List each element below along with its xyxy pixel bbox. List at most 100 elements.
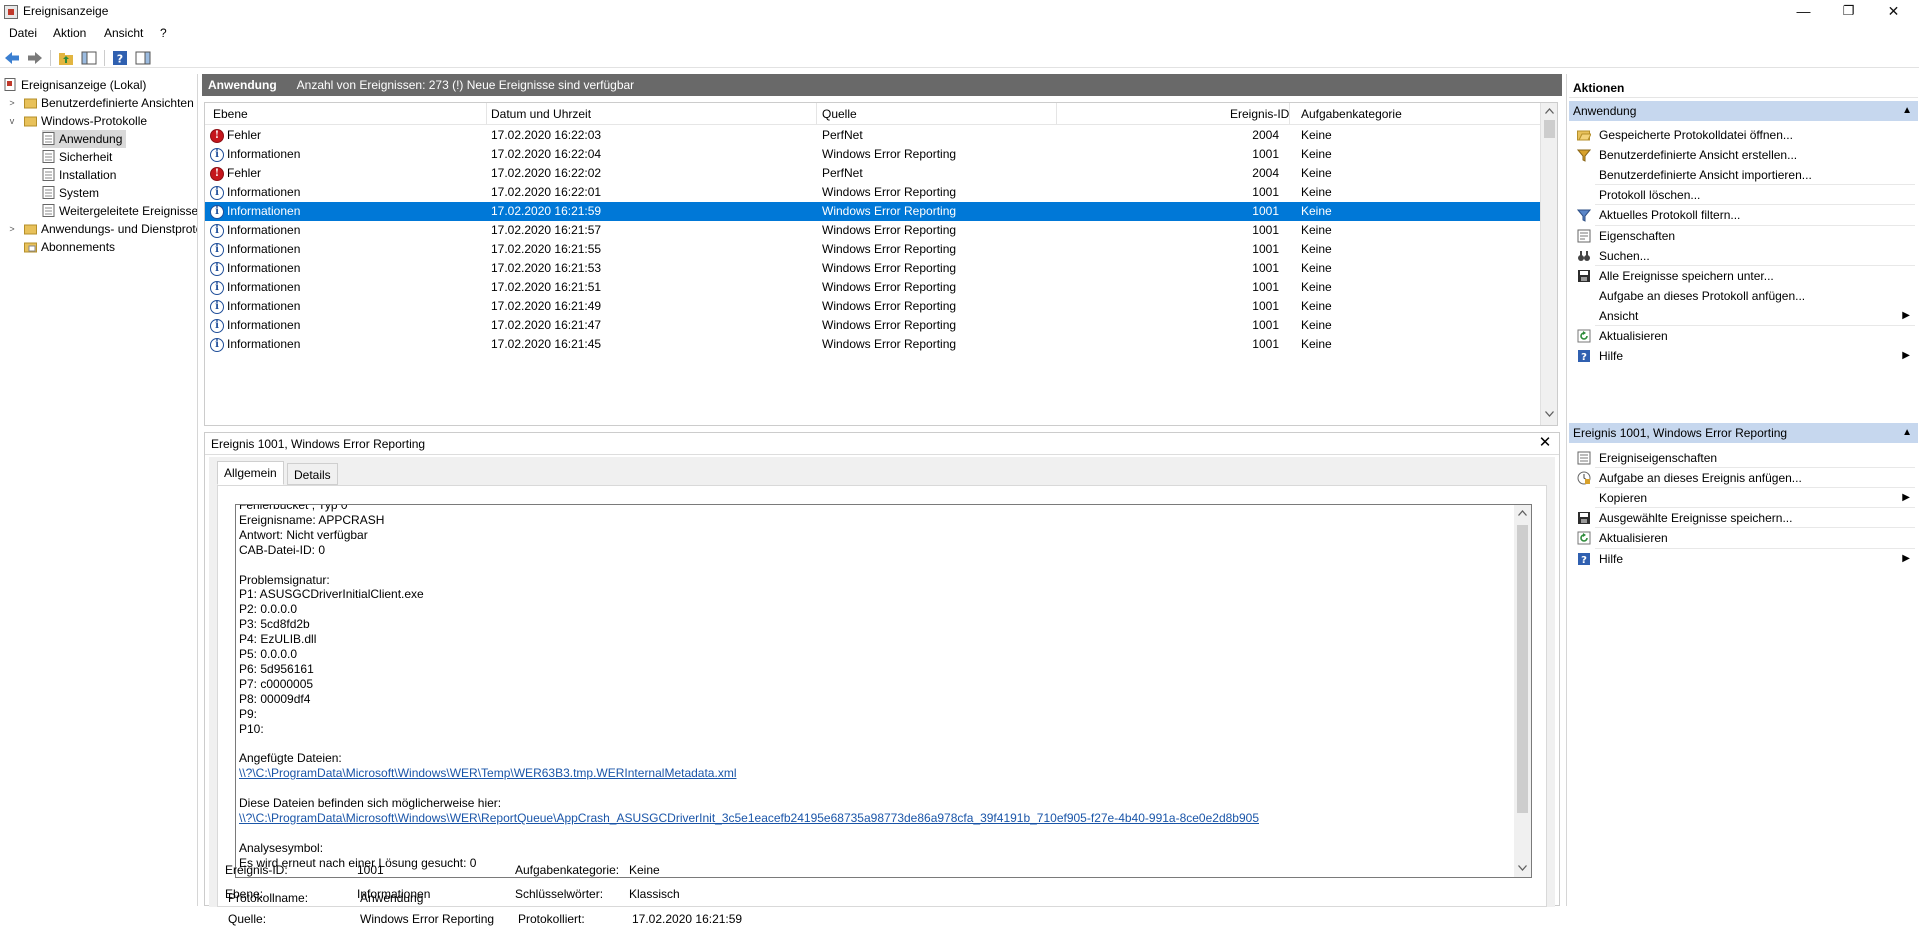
action-separator bbox=[1595, 487, 1915, 489]
cell-level: Informationen bbox=[227, 280, 301, 294]
action-separator bbox=[1595, 184, 1915, 186]
cell-category: Keine bbox=[1301, 337, 1332, 351]
filter-icon bbox=[1577, 209, 1591, 223]
general-tab-panel: Fehlerbucket , Typ 0 Ereignisname: APPCR… bbox=[217, 485, 1547, 907]
expand-arrow-icon[interactable]: > bbox=[7, 220, 17, 238]
table-row[interactable]: ! Fehler 17.02.2020 16:22:02 PerfNet 2004 Kei… bbox=[205, 164, 1541, 183]
tree-log-installation[interactable]: Installation bbox=[42, 166, 116, 184]
column-divider[interactable] bbox=[816, 103, 817, 125]
tree-log-forwarded[interactable]: Weitergeleitete Ereignisse bbox=[42, 202, 197, 220]
column-event-id[interactable]: Ereignis-ID bbox=[1230, 107, 1289, 121]
scroll-down-icon[interactable] bbox=[1518, 865, 1527, 871]
tree-subscriptions[interactable]: Abonnements bbox=[24, 238, 115, 256]
properties-icon bbox=[1577, 229, 1591, 242]
expand-arrow-icon[interactable]: > bbox=[7, 94, 17, 112]
scroll-up-icon[interactable] bbox=[1518, 510, 1527, 516]
cell-source: Windows Error Reporting bbox=[822, 147, 957, 161]
action-separator bbox=[1595, 204, 1915, 206]
center-pane: Anwendung Anzahl von Ereignissen: 273 (!)… bbox=[202, 74, 1562, 926]
description-scroll-thumb[interactable] bbox=[1517, 525, 1528, 813]
action-item[interactable]: ? Hilfe ▶ bbox=[1569, 547, 1918, 571]
list-scrollbar[interactable] bbox=[1540, 103, 1557, 425]
column-category[interactable]: Aufgabenkategorie bbox=[1301, 107, 1402, 121]
table-row[interactable]: i Informationen 17.02.2020 16:21:53 Windows… bbox=[205, 259, 1541, 278]
submenu-arrow-icon: ▶ bbox=[1902, 552, 1910, 564]
show-hide-action-pane-icon[interactable] bbox=[135, 50, 151, 66]
collapse-arrow-icon[interactable]: v bbox=[7, 112, 17, 130]
description-line: P4: EzULIB.dll bbox=[239, 632, 317, 647]
help-icon[interactable]: ? bbox=[112, 50, 128, 66]
description-scrollbar[interactable] bbox=[1514, 505, 1531, 877]
close-button[interactable]: ✕ bbox=[1871, 0, 1916, 24]
tab-allgemein[interactable]: Allgemein bbox=[217, 461, 284, 485]
tree-custom-views[interactable]: Benutzerdefinierte Ansichten bbox=[24, 94, 194, 112]
binoculars-icon bbox=[1578, 250, 1590, 261]
menu-help[interactable]: ? bbox=[160, 26, 167, 40]
table-row[interactable]: i Informationen 17.02.2020 16:21:55 Windows… bbox=[205, 240, 1541, 259]
cell-datetime: 17.02.2020 16:21:53 bbox=[491, 261, 602, 275]
table-row[interactable]: i Informationen 17.02.2020 16:22:04 Windows… bbox=[205, 145, 1541, 164]
up-folder-icon[interactable] bbox=[58, 50, 74, 66]
tree-log-anwendung[interactable]: Anwendung bbox=[42, 130, 127, 148]
list-scroll-thumb[interactable] bbox=[1544, 120, 1555, 138]
column-level[interactable]: Ebene bbox=[213, 107, 248, 121]
report-queue-link[interactable]: \\?\C:\ProgramData\Microsoft\Windows\WER… bbox=[239, 811, 1259, 825]
cell-category: Keine bbox=[1301, 299, 1332, 313]
event-list: Ebene Datum und Uhrzeit Quelle Ereignis-… bbox=[204, 102, 1558, 426]
tree-log-system[interactable]: System bbox=[42, 184, 99, 202]
cell-source: Windows Error Reporting bbox=[822, 223, 957, 237]
description-line: P2: 0.0.0.0 bbox=[239, 602, 298, 617]
column-source[interactable]: Quelle bbox=[822, 107, 857, 121]
collapse-caret-icon[interactable]: ▲ bbox=[1902, 423, 1912, 443]
column-divider[interactable] bbox=[1289, 103, 1290, 125]
action-item[interactable]: ? Hilfe ▶ bbox=[1569, 344, 1918, 368]
tree-root[interactable]: Ereignisanzeige (Lokal) bbox=[4, 76, 146, 94]
collapse-caret-icon[interactable]: ▲ bbox=[1902, 101, 1912, 121]
description-line: Fehlerbucket , Typ 0 bbox=[239, 504, 348, 512]
description-line: P8: 00009df4 bbox=[239, 691, 311, 706]
minimize-button[interactable]: — bbox=[1781, 0, 1826, 24]
info-icon: i bbox=[210, 319, 224, 333]
save-icon bbox=[1578, 269, 1590, 282]
event-properties-icon bbox=[1577, 451, 1591, 465]
section-anwendung-label: Anwendung bbox=[1573, 104, 1637, 118]
field-value-kategorie: Keine bbox=[629, 863, 660, 877]
folder-icon bbox=[24, 116, 37, 127]
section-anwendung[interactable]: Anwendung ▲ bbox=[1569, 101, 1918, 121]
table-row[interactable]: i Informationen 17.02.2020 16:22:01 Windows… bbox=[205, 183, 1541, 202]
attached-file-link[interactable]: \\?\C:\ProgramData\Microsoft\Windows\WER… bbox=[239, 766, 736, 780]
table-row[interactable]: i Informationen 17.02.2020 16:21:45 Windows… bbox=[205, 335, 1541, 354]
menu-ansicht[interactable]: Ansicht bbox=[104, 26, 143, 40]
menu-aktion[interactable]: Aktion bbox=[53, 26, 86, 40]
column-datetime[interactable]: Datum und Uhrzeit bbox=[491, 107, 591, 121]
field-value-ereignis-id: 1001 bbox=[357, 863, 384, 877]
info-icon: i bbox=[210, 281, 224, 295]
action-item-label: Hilfe bbox=[1599, 349, 1624, 364]
cell-category: Keine bbox=[1301, 204, 1332, 218]
scroll-up-icon[interactable] bbox=[1545, 108, 1554, 114]
event-description-textbox[interactable]: Fehlerbucket , Typ 0 Ereignisname: APPCR… bbox=[235, 504, 1532, 878]
table-row[interactable]: i Informationen 17.02.2020 16:21:49 Windows… bbox=[205, 297, 1541, 316]
table-row[interactable]: i Informationen 17.02.2020 16:21:59 Windows… bbox=[205, 202, 1541, 221]
close-detail-icon[interactable]: ✕ bbox=[1537, 433, 1553, 455]
show-hide-tree-icon[interactable] bbox=[81, 50, 97, 66]
table-row[interactable]: ! Fehler 17.02.2020 16:22:03 PerfNet 2004 Kei… bbox=[205, 126, 1541, 145]
table-row[interactable]: i Informationen 17.02.2020 16:21:51 Windows… bbox=[205, 278, 1541, 297]
table-row[interactable]: i Informationen 17.02.2020 16:21:47 Windows… bbox=[205, 316, 1541, 335]
tree-log-sicherheit[interactable]: Sicherheit bbox=[42, 148, 112, 166]
table-row[interactable]: i Informationen 17.02.2020 16:21:57 Windows… bbox=[205, 221, 1541, 240]
restore-button[interactable]: ❐ bbox=[1826, 0, 1871, 24]
tree-subscriptions-label: Abonnements bbox=[41, 240, 116, 254]
description-line: P10: bbox=[239, 721, 264, 736]
section-event[interactable]: Ereignis 1001, Windows Error Reporting ▲ bbox=[1569, 423, 1918, 443]
menu-datei[interactable]: Datei bbox=[9, 26, 37, 40]
tab-details[interactable]: Details bbox=[287, 463, 338, 485]
back-arrow-icon[interactable] bbox=[4, 50, 20, 66]
cell-level: Informationen bbox=[227, 204, 301, 218]
scroll-down-icon[interactable] bbox=[1545, 411, 1554, 417]
column-divider[interactable] bbox=[1056, 103, 1057, 125]
tree-app-services[interactable]: Anwendungs- und Dienstprotokolle bbox=[24, 220, 197, 238]
column-divider[interactable] bbox=[486, 103, 487, 125]
forward-arrow-icon[interactable] bbox=[27, 50, 43, 66]
tree-windows-logs[interactable]: Windows-Protokolle bbox=[24, 112, 147, 130]
